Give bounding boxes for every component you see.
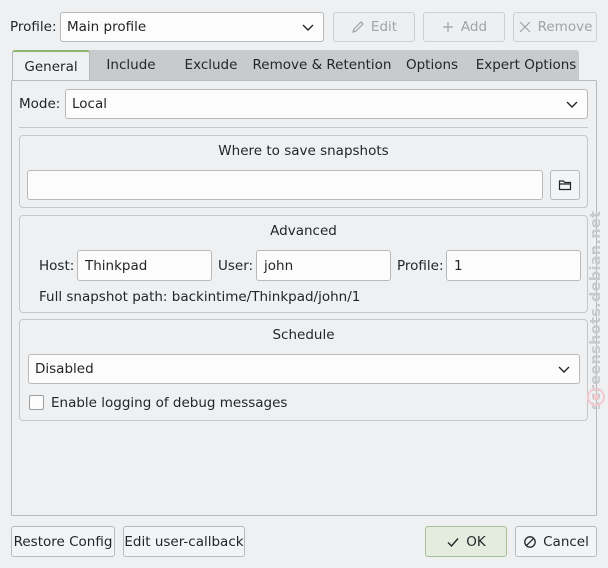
- tab-remove-retention[interactable]: Remove & Retention: [253, 50, 392, 80]
- close-icon: [519, 21, 531, 33]
- tab-general[interactable]: General: [12, 50, 90, 81]
- mode-select-value: Local: [72, 96, 107, 112]
- host-input[interactable]: Thinkpad: [77, 250, 212, 281]
- full-snapshot-path: Full snapshot path: backintime/Thinkpad/…: [39, 289, 361, 305]
- schedule-title: Schedule: [272, 327, 335, 343]
- cancel-icon: [524, 535, 536, 548]
- tab-bar: General Include Exclude Remove & Retenti…: [12, 50, 579, 81]
- user-label: User:: [218, 258, 254, 274]
- mode-label: Mode:: [19, 96, 61, 112]
- browse-folder-button[interactable]: [550, 170, 580, 200]
- profile-select[interactable]: Main profile: [60, 12, 324, 42]
- tab-options[interactable]: Options: [396, 50, 468, 80]
- snapshot-path-input[interactable]: [27, 170, 543, 200]
- edit-user-callback-button[interactable]: Edit user-callback: [123, 526, 245, 557]
- edit-profile-label: Edit: [370, 19, 398, 35]
- watermark-logo-icon: [587, 388, 605, 406]
- host-label: Host:: [39, 258, 75, 274]
- pencil-icon: [351, 21, 364, 33]
- debug-logging-label: Enable logging of debug messages: [51, 395, 288, 411]
- add-profile-button[interactable]: Add: [423, 12, 505, 42]
- chevron-down-icon: [566, 101, 578, 108]
- save-location-title: Where to save snapshots: [218, 143, 389, 159]
- remove-profile-button[interactable]: Remove: [513, 12, 597, 42]
- folder-icon: [558, 180, 572, 191]
- cancel-button[interactable]: Cancel: [515, 526, 597, 557]
- tab-expert-options[interactable]: Expert Options: [474, 50, 578, 80]
- schedule-select[interactable]: Disabled: [28, 354, 580, 384]
- tab-exclude[interactable]: Exclude: [174, 50, 248, 80]
- profile-select-value: Main profile: [67, 19, 147, 35]
- chevron-down-icon: [558, 366, 570, 373]
- ok-button[interactable]: OK: [425, 526, 507, 557]
- profile-id-label: Profile:: [397, 258, 444, 274]
- schedule-select-value: Disabled: [35, 361, 94, 377]
- plus-icon: [442, 22, 453, 32]
- edit-profile-button[interactable]: Edit: [333, 12, 415, 42]
- profile-label: Profile:: [10, 19, 57, 35]
- user-input[interactable]: john: [256, 250, 391, 281]
- remove-profile-label: Remove: [537, 19, 593, 35]
- advanced-title: Advanced: [270, 223, 337, 239]
- profile-id-input[interactable]: 1: [446, 250, 581, 281]
- checkmark-icon: [447, 537, 459, 547]
- mode-select[interactable]: Local: [65, 89, 588, 119]
- restore-config-button[interactable]: Restore Config: [11, 526, 115, 557]
- tab-include[interactable]: Include: [94, 50, 168, 80]
- watermark-text: screenshots.debian.net: [588, 210, 604, 410]
- add-profile-label: Add: [460, 19, 488, 35]
- debug-logging-checkbox[interactable]: [29, 395, 44, 410]
- chevron-down-icon: [302, 24, 314, 31]
- separator: [19, 127, 588, 128]
